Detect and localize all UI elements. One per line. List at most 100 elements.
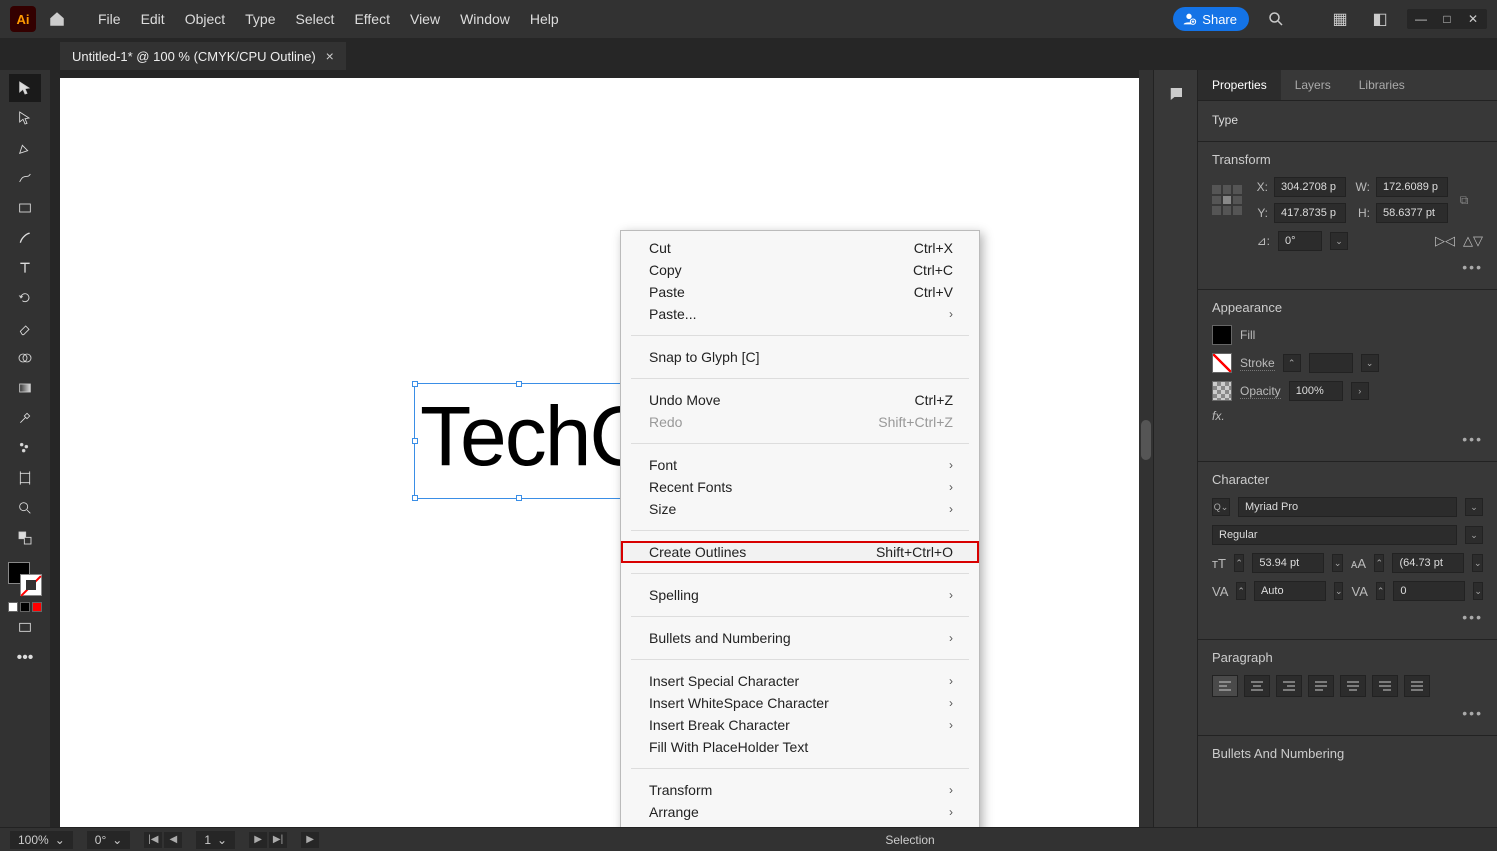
align-center-icon[interactable] [1244, 675, 1270, 697]
sel-handle-tc[interactable] [516, 381, 522, 387]
shape-builder-tool-icon[interactable] [9, 344, 41, 372]
h-input[interactable] [1376, 203, 1448, 223]
canvas-area[interactable]: TechC CutCtrl+XCopyCtrl+CPasteCtrl+VPast… [50, 70, 1153, 827]
artboard-tool-icon[interactable] [9, 464, 41, 492]
home-icon[interactable] [44, 6, 70, 32]
sel-handle-tl[interactable] [412, 381, 418, 387]
rotate-field[interactable]: 0°⌄ [87, 831, 131, 849]
cm-undo-move[interactable]: Undo MoveCtrl+Z [621, 389, 979, 411]
type-tool-icon[interactable] [9, 254, 41, 282]
eraser-tool-icon[interactable] [9, 314, 41, 342]
size-dd[interactable]: ⌄ [1332, 554, 1342, 572]
rotate-tool-icon[interactable] [9, 284, 41, 312]
cm-fill-with-placeholder-text[interactable]: Fill With PlaceHolder Text [621, 736, 979, 758]
tab-libraries[interactable]: Libraries [1345, 70, 1419, 100]
zoom-field[interactable]: 100%⌄ [10, 831, 73, 849]
curvature-tool-icon[interactable] [9, 164, 41, 192]
cm-size[interactable]: Size› [621, 498, 979, 520]
menu-effect[interactable]: Effect [354, 11, 390, 27]
opacity-dropdown[interactable]: › [1351, 382, 1369, 400]
search-icon[interactable] [1263, 6, 1289, 32]
cm-recent-fonts[interactable]: Recent Fonts› [621, 476, 979, 498]
opacity-swatch-icon[interactable] [1212, 381, 1232, 401]
prev-artboard-icon[interactable]: ◀ [164, 832, 182, 848]
stroke-weight-stepper[interactable]: ⌃ [1283, 354, 1301, 372]
stroke-swatch[interactable] [20, 574, 42, 596]
comment-icon[interactable] [1164, 82, 1188, 106]
font-style-input[interactable] [1212, 525, 1457, 545]
first-artboard-icon[interactable]: |◀ [144, 832, 162, 848]
leading-stepper[interactable]: ⌃ [1374, 554, 1384, 572]
sel-handle-bl[interactable] [412, 495, 418, 501]
toggle-fill-stroke-icon[interactable] [9, 524, 41, 552]
cm-select[interactable]: Select› [621, 823, 979, 827]
cm-bullets-and-numbering[interactable]: Bullets and Numbering› [621, 627, 979, 649]
tracking-dd[interactable]: ⌄ [1473, 582, 1483, 600]
draw-mode-icons[interactable] [8, 602, 42, 612]
menu-help[interactable]: Help [530, 11, 559, 27]
gradient-tool-icon[interactable] [9, 374, 41, 402]
cm-transform[interactable]: Transform› [621, 779, 979, 801]
w-input[interactable] [1376, 177, 1448, 197]
justify-all-icon[interactable] [1404, 675, 1430, 697]
tab-layers[interactable]: Layers [1281, 70, 1345, 100]
size-stepper[interactable]: ⌃ [1234, 554, 1244, 572]
close-tab-icon[interactable]: × [326, 48, 334, 64]
fx-label[interactable]: fx. [1212, 409, 1225, 423]
cm-paste[interactable]: PasteCtrl+V [621, 281, 979, 303]
kerning-input[interactable] [1254, 581, 1326, 601]
cm-snap-to-glyph-c-[interactable]: Snap to Glyph [C] [621, 346, 979, 368]
leading-input[interactable] [1392, 553, 1464, 573]
flip-vertical-icon[interactable]: △▽ [1463, 233, 1483, 249]
menu-file[interactable]: File [98, 11, 121, 27]
menu-window[interactable]: Window [460, 11, 510, 27]
cm-insert-special-character[interactable]: Insert Special Character› [621, 670, 979, 692]
paragraph-options-icon[interactable]: ••• [1462, 705, 1483, 721]
font-size-input[interactable] [1252, 553, 1324, 573]
rotate-input[interactable] [1278, 231, 1322, 251]
character-options-icon[interactable]: ••• [1462, 609, 1483, 625]
share-button[interactable]: Share [1173, 7, 1249, 31]
x-input[interactable] [1274, 177, 1346, 197]
artboard[interactable]: TechC [60, 78, 1143, 827]
align-left-icon[interactable] [1212, 675, 1238, 697]
pen-tool-icon[interactable] [9, 134, 41, 162]
rectangle-tool-icon[interactable] [9, 194, 41, 222]
cm-font[interactable]: Font› [621, 454, 979, 476]
window-minimize-icon[interactable]: — [1411, 11, 1431, 27]
leading-dd[interactable]: ⌄ [1472, 554, 1482, 572]
cm-arrange[interactable]: Arrange› [621, 801, 979, 823]
tracking-stepper[interactable]: ⌃ [1376, 582, 1386, 600]
last-artboard-icon[interactable]: ▶| [269, 832, 287, 848]
appearance-options-icon[interactable]: ••• [1462, 431, 1483, 447]
justify-left-icon[interactable] [1308, 675, 1334, 697]
flip-horizontal-icon[interactable]: ▷◁ [1435, 233, 1455, 249]
sel-handle-ml[interactable] [412, 438, 418, 444]
fill-stroke-swatch[interactable] [8, 562, 42, 596]
font-style-dropdown[interactable]: ⌄ [1465, 526, 1483, 544]
vertical-scrollbar[interactable] [1139, 70, 1153, 827]
zoom-tool-icon[interactable] [9, 494, 41, 522]
tracking-input[interactable] [1393, 581, 1465, 601]
kerning-dd[interactable]: ⌄ [1334, 582, 1344, 600]
justify-center-icon[interactable] [1340, 675, 1366, 697]
cm-paste-[interactable]: Paste...› [621, 303, 979, 325]
cm-spelling[interactable]: Spelling› [621, 584, 979, 606]
eyedropper-tool-icon[interactable] [9, 404, 41, 432]
symbol-spray-tool-icon[interactable] [9, 434, 41, 462]
next-artboard-icon[interactable]: ▶ [249, 832, 267, 848]
font-search-icon[interactable]: Q⌄ [1212, 498, 1230, 516]
cm-copy[interactable]: CopyCtrl+C [621, 259, 979, 281]
sel-handle-bc[interactable] [516, 495, 522, 501]
arrange-docs-icon[interactable]: ▦ [1327, 6, 1353, 32]
menu-object[interactable]: Object [185, 11, 225, 27]
direct-select-tool-icon[interactable] [9, 104, 41, 132]
artboard-nav-field[interactable]: 1⌄ [196, 831, 235, 849]
cm-create-outlines[interactable]: Create OutlinesShift+Ctrl+O [621, 541, 979, 563]
y-input[interactable] [1274, 203, 1346, 223]
justify-right-icon[interactable] [1372, 675, 1398, 697]
rotate-dropdown-icon[interactable]: ⌄ [1330, 232, 1348, 250]
workspace-icon[interactable]: ◧ [1367, 6, 1393, 32]
tab-properties[interactable]: Properties [1198, 70, 1281, 100]
kerning-stepper[interactable]: ⌃ [1236, 582, 1246, 600]
